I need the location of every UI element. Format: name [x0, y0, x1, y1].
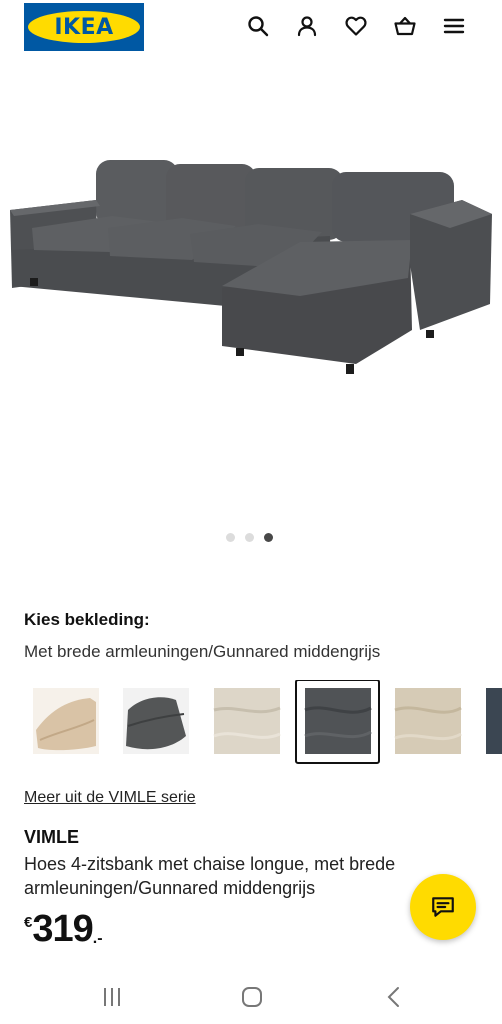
- product-name: VIMLE: [24, 827, 80, 847]
- selected-variant: Met brede armleuningen/Gunnared middengr…: [24, 642, 381, 661]
- swatch-dark-blue[interactable]: [486, 688, 502, 754]
- heart-icon[interactable]: [344, 14, 368, 38]
- price-amount: 319: [32, 908, 93, 950]
- search-icon[interactable]: [246, 14, 270, 38]
- recent-apps-icon[interactable]: [98, 984, 126, 1010]
- product-description: Hoes 4-zitsbank met chaise longue, met b…: [24, 854, 396, 898]
- back-icon[interactable]: [380, 984, 408, 1010]
- menu-icon[interactable]: [442, 14, 466, 38]
- user-icon[interactable]: [295, 14, 319, 38]
- chat-button[interactable]: [410, 874, 476, 940]
- swatch-gunnared-medium-grey[interactable]: [295, 680, 380, 764]
- basket-icon[interactable]: [393, 14, 417, 38]
- swatch-beige-linen[interactable]: [394, 688, 462, 754]
- top-header: IKEA: [0, 0, 502, 56]
- chat-icon: [432, 897, 454, 917]
- logo-text: IKEA: [54, 14, 114, 40]
- upholstery-heading: Kies bekleding:: [24, 610, 150, 629]
- swatch-beige[interactable]: [33, 688, 99, 754]
- system-navigation-bar: [0, 970, 502, 1024]
- swatch-light-beige[interactable]: [213, 688, 281, 754]
- home-icon[interactable]: [238, 984, 266, 1010]
- logo-oval: IKEA: [28, 11, 140, 43]
- swatch-dark-grey[interactable]: [123, 688, 189, 754]
- vimle-series-link[interactable]: Meer uit de VIMLE serie: [24, 789, 196, 807]
- image-carousel-dots: [226, 533, 273, 542]
- carousel-dot-active[interactable]: [264, 533, 273, 542]
- carousel-dot[interactable]: [245, 533, 254, 542]
- carousel-dot[interactable]: [226, 533, 235, 542]
- ikea-logo[interactable]: IKEA: [24, 3, 144, 51]
- product-price: € 319 .-: [24, 908, 103, 951]
- product-image[interactable]: [0, 64, 502, 564]
- price-decimal: .-: [92, 930, 103, 947]
- price-currency: €: [24, 914, 33, 931]
- fabric-swatch-list: [33, 680, 502, 764]
